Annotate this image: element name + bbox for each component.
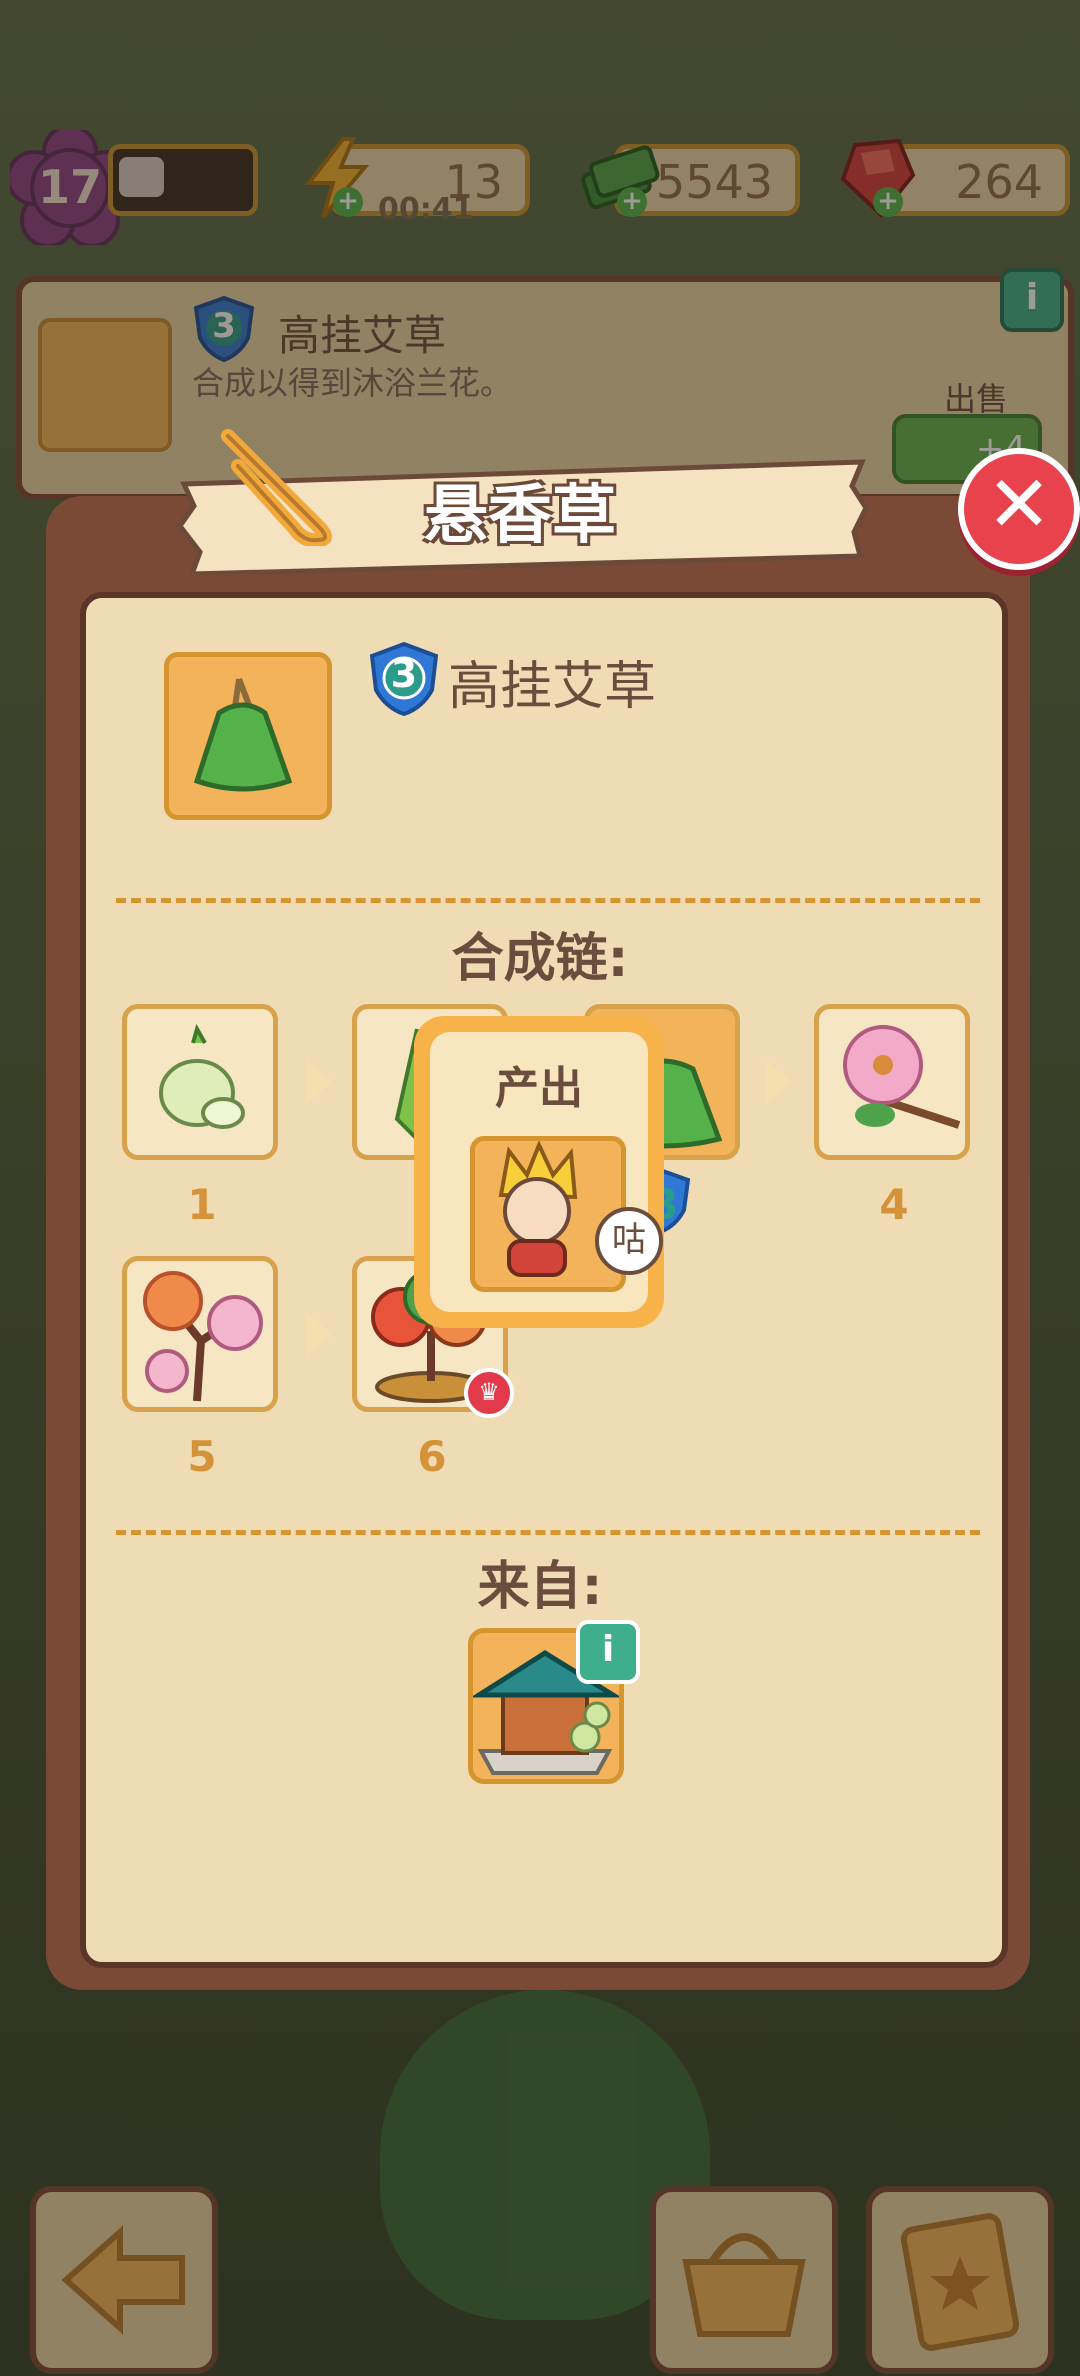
chain-item-5[interactable] — [122, 1256, 278, 1412]
close-icon: ✕ — [986, 460, 1052, 550]
crowned-character-icon — [498, 1139, 578, 1277]
speech-bubble: 咕 — [595, 1207, 663, 1275]
blossom-tree-icon — [143, 1271, 263, 1402]
garlic-bulb-icon — [159, 1023, 245, 1129]
pink-flower-branch-icon — [843, 1025, 961, 1129]
chain-item-5-number: 5 — [187, 1432, 217, 1481]
produce-tooltip: 产出 咕 — [414, 1016, 664, 1328]
chain-item-4-number: 4 — [879, 1180, 909, 1229]
crown-icon: ♛ — [464, 1368, 514, 1418]
merge-chain-heading: 合成链: — [451, 929, 629, 989]
producer-thumb[interactable]: 咕 — [470, 1136, 663, 1292]
current-item-thumb — [164, 652, 332, 820]
chain-item-1-number: 1 — [187, 1180, 217, 1229]
chain-item-6-number: 6 — [417, 1432, 447, 1481]
chain-item-4[interactable] — [814, 1004, 970, 1160]
close-button[interactable]: ✕ — [958, 448, 1080, 570]
produce-label: 产出 — [495, 1063, 583, 1114]
chain-arrow-icon — [766, 1060, 792, 1104]
chain-item-1[interactable] — [122, 1004, 278, 1160]
hanging-mugwort-icon — [193, 677, 293, 792]
chain-arrow-icon — [306, 1312, 332, 1356]
source-info-icon[interactable]: i — [576, 1620, 640, 1684]
current-item-level: 3 — [390, 652, 418, 696]
section-divider — [116, 1530, 980, 1535]
paperclip-icon — [221, 429, 332, 546]
section-divider — [116, 898, 980, 903]
produce-tooltip-panel: 产出 咕 — [430, 1032, 663, 1312]
current-item-name: 高挂艾草 — [448, 657, 657, 717]
chain-arrow-icon — [306, 1060, 332, 1104]
source-heading: 来自: — [477, 1557, 603, 1617]
